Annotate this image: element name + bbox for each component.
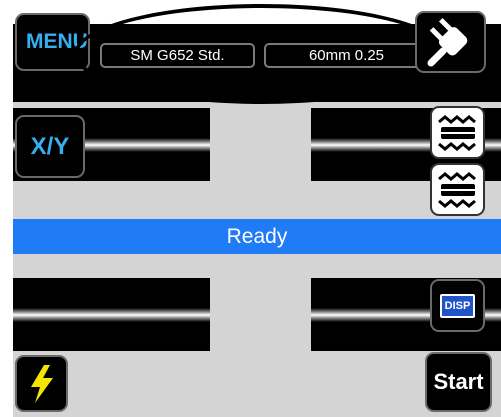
status-text: Ready <box>226 224 288 248</box>
plug-icon <box>427 17 467 67</box>
disp-label: DISP <box>439 293 476 318</box>
start-button[interactable]: Start <box>425 352 492 412</box>
disp-button[interactable]: DISP <box>430 279 485 332</box>
status-bar: Ready <box>13 219 501 254</box>
heater-setting-field[interactable]: 60mm 0.25 <box>264 43 429 68</box>
menu-button[interactable]: MENU <box>15 13 90 71</box>
power-button[interactable] <box>415 11 486 73</box>
motor-icon <box>436 171 479 208</box>
arc-button[interactable] <box>15 355 68 412</box>
fiber-left-bottom <box>13 278 210 351</box>
motor-button-2[interactable] <box>430 163 485 216</box>
lightning-icon <box>30 364 53 403</box>
motor-button-1[interactable] <box>430 106 485 159</box>
xy-view-button[interactable]: X/Y <box>15 115 85 178</box>
fiber-setting-field[interactable]: SM G652 Std. <box>100 43 255 68</box>
motor-icon <box>436 114 479 151</box>
